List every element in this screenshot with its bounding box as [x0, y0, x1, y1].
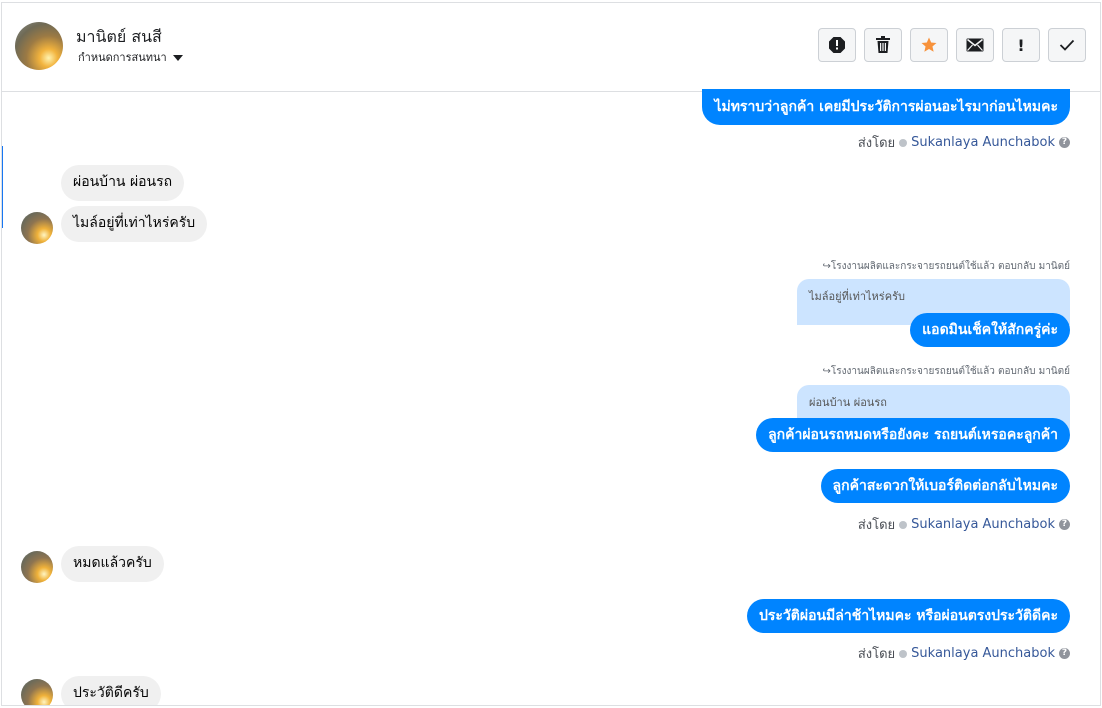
sent-by-prefix: ส่งโดย: [857, 647, 896, 662]
outgoing-message[interactable]: ไม่ทราบว่าลูกค้า เคยมีประวัติการผ่อนอะไร…: [702, 89, 1070, 125]
agent-status-icon: [899, 138, 908, 147]
mail-icon: [966, 38, 984, 52]
sent-by-prefix: ส่งโดย: [857, 136, 896, 151]
star-button[interactable]: [910, 28, 948, 62]
reply-arrow-icon: ↪: [822, 261, 831, 272]
reply-arrow-icon: ↪: [822, 366, 831, 377]
outgoing-message[interactable]: ลูกค้าผ่อนรถหมดหรือยังคะ รถยนต์เหรอคะลูก…: [756, 418, 1070, 452]
contact-name[interactable]: มานิตย์ สนสี: [76, 25, 162, 50]
reply-note-text: โรงงานผลิตและกระจายรถยนต์ใช้แล้ว ตอบกลับ…: [830, 261, 1070, 272]
incoming-message[interactable]: ผ่อนบ้าน ผ่อนรถ: [61, 165, 185, 201]
report-spam-button[interactable]: [818, 28, 856, 62]
star-icon: [921, 37, 937, 52]
contact-avatar-small: [21, 212, 53, 244]
contact-avatar[interactable]: [15, 22, 63, 70]
sent-by-prefix: ส่งโดย: [857, 518, 896, 533]
follow-up-button[interactable]: !: [1002, 28, 1040, 62]
conversation-header: มานิตย์ สนสี กำหนดการสนทนา !: [2, 3, 1100, 92]
check-icon: [1059, 39, 1075, 51]
incoming-message[interactable]: ไมล์อยู่ที่เท่าไหร่ครับ: [61, 206, 208, 242]
outgoing-message[interactable]: แอดมินเช็คให้สักครู่ค่ะ: [910, 313, 1070, 347]
exclamation-icon: !: [1017, 35, 1025, 55]
incoming-message[interactable]: ประวัติดีครับ: [61, 676, 161, 705]
conversation-panel: มานิตย์ สนสี กำหนดการสนทนา ! ไม่ทราบว่าล…: [1, 2, 1101, 706]
agent-status-icon: [899, 520, 908, 529]
sent-by-label: ส่งโดย Sukanlaya Aunchabok ?: [858, 132, 1070, 153]
action-toolbar: !: [818, 28, 1086, 62]
assign-conversation-dropdown[interactable]: กำหนดการสนทนา: [78, 48, 183, 66]
outgoing-message[interactable]: ลูกค้าสะดวกให้เบอร์ติดต่อกลับไหมคะ: [820, 469, 1070, 503]
reply-note: ↪โรงงานผลิตและกระจายรถยนต์ใช้แล้ว ตอบกลั…: [822, 259, 1070, 274]
reply-note-text: โรงงานผลิตและกระจายรถยนต์ใช้แล้ว ตอบกลับ…: [830, 366, 1070, 377]
delete-button[interactable]: [864, 28, 902, 62]
agent-name[interactable]: Sukanlaya Aunchabok: [911, 135, 1055, 150]
agent-name[interactable]: Sukanlaya Aunchabok: [911, 517, 1055, 532]
help-icon[interactable]: ?: [1059, 137, 1070, 148]
contact-avatar-small: [21, 551, 53, 583]
outgoing-message[interactable]: ประวัติผ่อนมีล่าช้าไหมคะ หรือผ่อนตรงประว…: [747, 599, 1070, 633]
trash-icon: [876, 36, 890, 53]
mark-unread-button[interactable]: [956, 28, 994, 62]
agent-name[interactable]: Sukanlaya Aunchabok: [911, 646, 1055, 661]
agent-status-icon: [899, 649, 908, 658]
help-icon[interactable]: ?: [1059, 519, 1070, 530]
sent-by-label: ส่งโดย Sukanlaya Aunchabok ?: [858, 514, 1070, 535]
mark-done-button[interactable]: [1048, 28, 1086, 62]
assign-label: กำหนดการสนทนา: [78, 51, 167, 64]
sent-by-label: ส่งโดย Sukanlaya Aunchabok ?: [858, 643, 1070, 664]
report-icon: [829, 37, 845, 53]
selection-indicator: [2, 146, 3, 228]
help-icon[interactable]: ?: [1059, 648, 1070, 659]
contact-avatar-small: [21, 679, 53, 705]
incoming-message[interactable]: หมดแล้วครับ: [61, 546, 164, 582]
reply-note: ↪โรงงานผลิตและกระจายรถยนต์ใช้แล้ว ตอบกลั…: [822, 364, 1070, 379]
caret-down-icon: [172, 54, 183, 61]
